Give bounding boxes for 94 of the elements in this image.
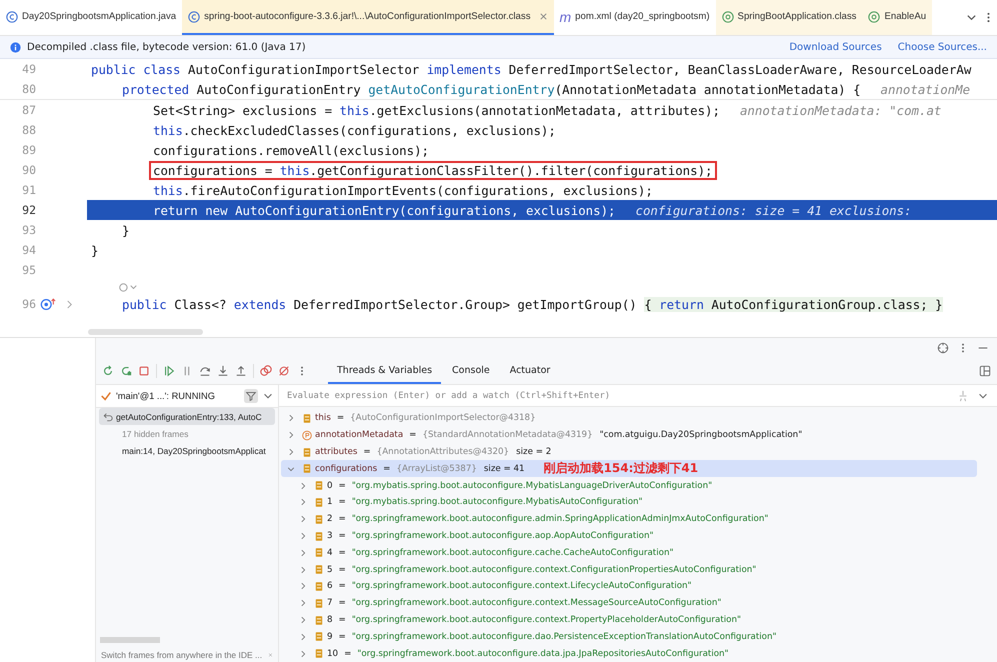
field-icon [302, 446, 312, 458]
field-icon [314, 614, 324, 626]
editor-tab[interactable]: spring-boot-autoconfigure-3.3.6.jar!\...\AutoConfigurationImportSelector.class [182, 0, 554, 35]
code-line: configurations.removeAll(exclusions); [152, 142, 430, 160]
line-number: 87 [21, 103, 36, 117]
variable-row[interactable]: 10 = "org.springframework.boot.autoconfigure.data.jpa.JpaRepositoriesAutoConfiguration" [281, 645, 977, 662]
stop-icon[interactable] [138, 365, 150, 377]
chevron-down-icon[interactable] [966, 12, 977, 23]
variable-row[interactable]: 1 = "org.mybatis.spring.boot.autoconfigure.MybatisAutoConfiguration" [281, 494, 977, 511]
line-number: 80 [21, 82, 36, 96]
field-icon [302, 412, 312, 424]
code-line: public Class<? extends DeferredImportSelector.Group> getImportGroup() { return AutoConfigurationGroup.class; } [121, 296, 944, 314]
field-icon [314, 648, 324, 660]
variable-row[interactable]: 3 = "org.springframework.boot.autoconfigure.aop.AopAutoConfiguration" [281, 528, 977, 544]
variable-row[interactable]: 8 = "org.springframework.boot.autoconfigure.context.PropertyPlaceholderAutoConfiguration" [281, 612, 977, 628]
scrollbar-thumb[interactable] [88, 329, 203, 335]
field-icon [314, 547, 324, 558]
editor-tab[interactable]: m pom.xml (day20_springbootsm) [554, 0, 716, 35]
line-number: 95 [21, 263, 36, 277]
return-arrow-icon [103, 412, 113, 422]
code-line: public class AutoConfigurationImportSelector implements DeferredImportSelector, BeanClassLoaderAware, ResourceLoaderAw [90, 60, 972, 78]
line-number: 49 [21, 62, 36, 76]
restart-icon[interactable] [120, 365, 132, 377]
line-number: 89 [21, 143, 36, 157]
mute-breakpoints-icon[interactable] [278, 365, 290, 377]
line-number: 96 [21, 297, 36, 311]
variable-row[interactable]: 6 = "org.springframework.boot.autoconfigure.context.LifecycleAutoConfiguration" [281, 578, 977, 595]
line-number: 94 [21, 243, 36, 257]
field-icon [314, 496, 324, 508]
field-icon [314, 598, 324, 609]
close-icon[interactable] [538, 12, 548, 21]
step-over-icon[interactable] [199, 365, 211, 377]
variable-row[interactable]: 2 = "org.springframework.boot.autoconfigure.admin.SpringApplicationAdminJmxAutoConfiguration" [281, 510, 977, 528]
scrollbar-thumb[interactable] [100, 637, 160, 643]
code-line: } [121, 222, 130, 240]
class-icon [6, 10, 18, 22]
field-icon [314, 480, 324, 492]
crosshair-icon[interactable] [937, 342, 949, 354]
banner-text: Decompiled .class file, bytecode version: 61.0 (Java 17) [27, 42, 306, 52]
inlay-hint: annotationMetadata: "com.at [740, 102, 942, 118]
info-icon [10, 42, 21, 52]
layout-icon[interactable] [979, 365, 991, 377]
code-vision-icon[interactable] [118, 282, 138, 292]
line-number: 92 [21, 203, 36, 217]
banner-link[interactable]: Download Sources [789, 42, 882, 52]
stack-frame[interactable]: getAutoConfigurationEntry:133, AutoC [99, 408, 275, 425]
field-icon [314, 564, 324, 576]
debugger-tab[interactable]: Actuator [500, 358, 560, 384]
variable-row[interactable]: 0 = "org.mybatis.spring.boot.autoconfigure.MybatisLanguageDriverAutoConfiguration" [281, 477, 977, 494]
variable-row[interactable]: 7 = "org.springframework.boot.autoconfigure.context.MessageSourceAutoConfiguration" [281, 594, 977, 612]
debugger-tab[interactable]: Console [443, 358, 499, 384]
code-line: } [90, 242, 100, 260]
field-icon [314, 631, 324, 642]
code-line: return new AutoConfigurationEntry(configurations, exclusions); [152, 202, 617, 220]
code-line: this.checkExcludedClasses(configurations, exclusions); [152, 122, 557, 140]
stack-frame[interactable]: main:14, Day20SpringbootsmApplicat [99, 442, 275, 459]
field-icon [314, 514, 324, 525]
step-into-icon[interactable] [217, 365, 229, 377]
editor-tab[interactable]: EnableAu [862, 0, 932, 35]
close-icon[interactable] [268, 650, 273, 658]
variable-row[interactable]: 9 = "org.springframework.boot.autoconfigure.dao.PersistenceExceptionTranslationAutoConfiguration" [281, 628, 977, 646]
line-number: 90 [21, 163, 36, 177]
variable-row[interactable]: 4 = "org.springframework.boot.autoconfigure.cache.CacheAutoConfiguration" [281, 544, 977, 562]
breakpoints-icon[interactable] [260, 365, 272, 377]
editor-tab[interactable]: SpringBootApplication.class [716, 0, 862, 35]
filter-icon[interactable] [244, 389, 258, 403]
frames-hint: Switch frames from anywhere in the IDE ... [101, 650, 262, 660]
line-number: 88 [21, 123, 36, 137]
checkmark-icon [100, 390, 112, 402]
implements-marker-icon[interactable] [40, 298, 56, 310]
code-line: this.fireAutoConfigurationImportEvents(configurations, exclusions); [152, 182, 654, 200]
field-icon [314, 530, 324, 542]
class-icon [188, 10, 200, 22]
parameter-icon [302, 430, 312, 441]
line-number: 91 [21, 183, 36, 197]
step-out-icon[interactable] [235, 365, 247, 377]
banner-link[interactable]: Choose Sources... [898, 42, 987, 52]
code-line: protected AutoConfigurationEntry getAutoConfigurationEntry(AnnotationMetadata annotationMetadata) { [121, 80, 862, 98]
variable-row[interactable]: this = {AutoConfigurationImportSelector@4318} [281, 410, 977, 427]
resume-icon[interactable] [163, 365, 175, 377]
inlay-hint: configurations: size = 41 exclusions: [636, 202, 912, 218]
variable-row[interactable]: configurations = {ArrayList@5387} size = 41 刚启动加载154:过滤剩下41 [281, 460, 977, 478]
line-number: 93 [21, 223, 36, 237]
annotation-note: 刚启动加载154:过滤剩下41 [544, 460, 698, 478]
maven-icon: m [560, 8, 572, 24]
code-line: Set<String> exclusions = this.getExclusions(annotationMetadata, attributes); [152, 102, 721, 120]
variable-row[interactable]: attributes = {AnnotationAttributes@4320} size = 2 [281, 444, 977, 460]
field-icon [302, 463, 312, 474]
variable-row[interactable]: 5 = "org.springframework.boot.autoconfigure.context.ConfigurationPropertiesAutoConfiguration" [281, 561, 977, 578]
variable-row[interactable]: annotationMetadata = {StandardAnnotationMetadata@4319} "com.atguigu.Day20SpringbootsmApplication" [281, 426, 977, 444]
editor-tab[interactable]: Day20SpringbootsmApplication.java [0, 0, 182, 35]
field-icon [314, 580, 324, 592]
rerun-icon[interactable] [102, 365, 114, 377]
inlay-hint: annotationMe [880, 82, 970, 96]
